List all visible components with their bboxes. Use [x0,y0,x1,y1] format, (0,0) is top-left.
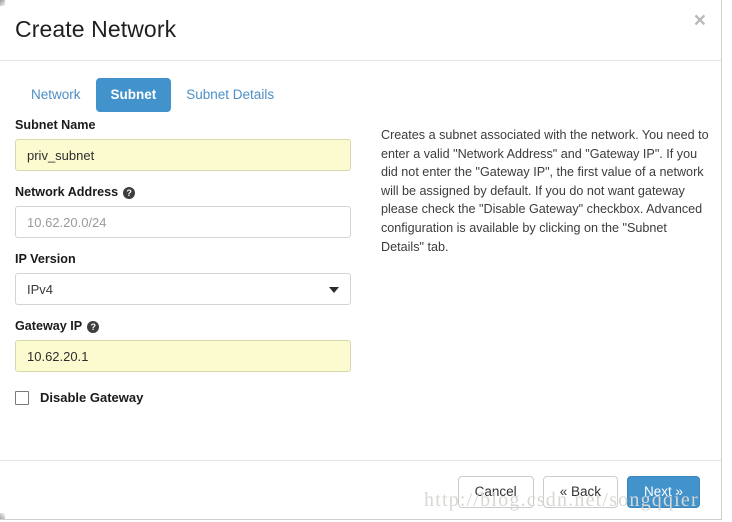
tab-network[interactable]: Network [16,78,96,112]
disable-gateway-label[interactable]: Disable Gateway [40,390,143,405]
tab-subnet[interactable]: Subnet [95,78,172,112]
gateway-ip-input[interactable] [15,340,351,372]
field-network-address: Network Address ? [15,185,351,238]
ip-version-label-text: IP Version [15,252,76,266]
ip-version-select-wrap: IPv4 [15,273,351,305]
question-mark-circle-icon[interactable]: ? [123,186,136,199]
dialog-footer: Cancel « Back Next » [0,460,721,519]
question-mark-circle-icon[interactable]: ? [87,320,100,333]
gateway-ip-label-text: Gateway IP [15,319,83,333]
page-title: Create Network [15,16,177,42]
subnet-name-label-text: Subnet Name [15,118,96,132]
help-description: Creates a subnet associated with the net… [381,128,709,254]
field-subnet-name: Subnet Name [15,118,351,171]
network-address-label: Network Address ? [15,185,351,200]
network-address-input[interactable] [15,206,351,238]
dialog-body: Subnet Name Network Address ? IP Version… [0,118,721,460]
footer-button-group: Cancel « Back Next » [457,476,700,508]
disable-gateway-checkbox[interactable] [15,390,29,405]
field-gateway-ip: Gateway IP ? [15,319,351,372]
ip-version-label: IP Version [15,252,351,267]
subnet-name-input[interactable] [15,139,351,171]
ip-version-selected-value: IPv4 [27,281,54,297]
subnet-form: Subnet Name Network Address ? IP Version… [15,118,351,405]
create-network-dialog: Create Network × Network Subnet Subnet D… [0,0,722,520]
ip-version-select[interactable]: IPv4 [15,273,351,305]
wizard-tabs: Network Subnet Subnet Details [16,78,289,112]
back-button[interactable]: « Back [542,476,618,508]
dialog-header: Create Network × [0,0,721,61]
network-address-label-text: Network Address [15,185,119,199]
close-icon[interactable]: × [694,10,706,31]
window-bottom-corner-artifact [0,513,5,519]
next-button[interactable]: Next » [626,476,700,508]
field-ip-version: IP Version IPv4 [15,252,351,305]
tab-subnet-details[interactable]: Subnet Details [171,78,289,112]
cancel-button[interactable]: Cancel [457,476,534,508]
gateway-ip-label: Gateway IP ? [15,319,351,334]
subnet-name-label: Subnet Name [15,118,351,133]
disable-gateway-row[interactable]: Disable Gateway [15,390,351,405]
